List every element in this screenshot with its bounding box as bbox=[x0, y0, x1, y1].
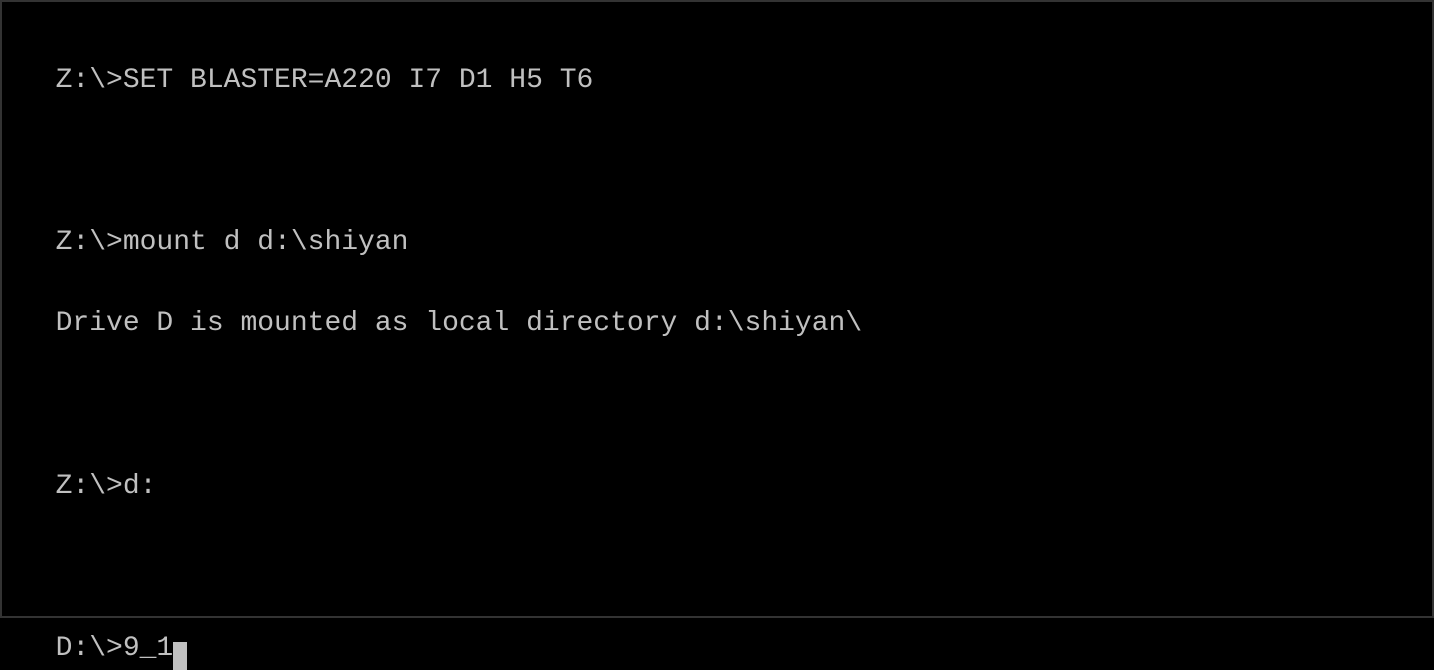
terminal-cursor bbox=[173, 642, 187, 670]
terminal-line-3: Z:\>mount d d:\shiyan bbox=[56, 227, 409, 258]
terminal-prompt: D:\>9_1 bbox=[56, 633, 174, 664]
terminal-line-4: Drive D is mounted as local directory d:… bbox=[56, 308, 863, 339]
terminal-line-1: Z:\>SET BLASTER=A220 I7 D1 H5 T6 bbox=[56, 65, 594, 96]
terminal-line-6: Z:\>d: bbox=[56, 471, 157, 502]
terminal-window[interactable]: Z:\>SET BLASTER=A220 I7 D1 H5 T6 Z:\>mou… bbox=[0, 0, 1434, 618]
